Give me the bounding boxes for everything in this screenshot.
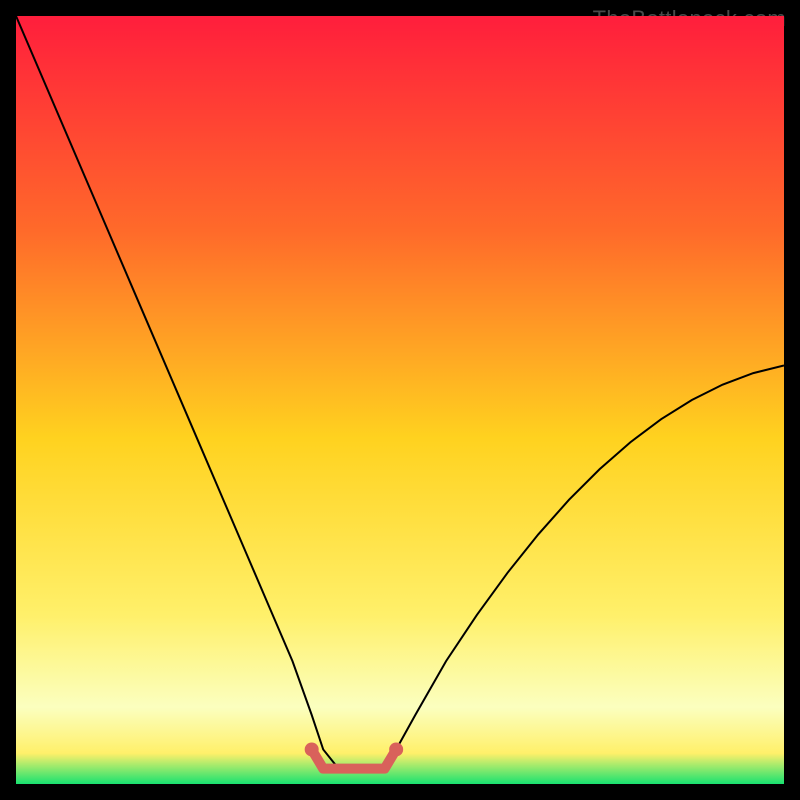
chart-frame: TheBottleneck.com [0, 0, 800, 800]
gradient-background [16, 16, 784, 784]
accent-marker [389, 742, 403, 756]
bottleneck-chart [16, 16, 784, 784]
plot-area [16, 16, 784, 784]
accent-marker [305, 742, 319, 756]
